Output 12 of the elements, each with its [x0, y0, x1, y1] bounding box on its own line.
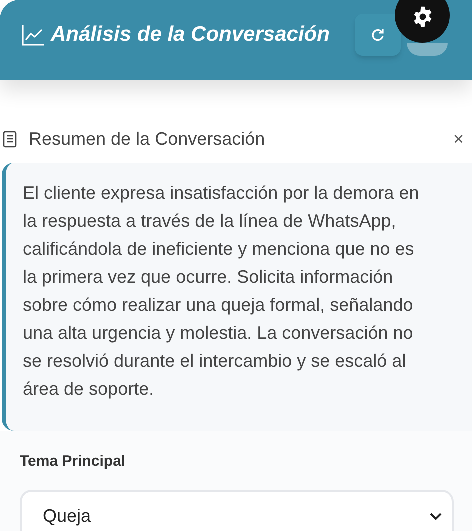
close-button[interactable]: ×: [453, 126, 464, 153]
settings-icon: [412, 6, 434, 28]
refresh-button[interactable]: [355, 14, 401, 56]
header-title: Análisis de la Conversación: [51, 22, 330, 48]
chevron-down-icon: [430, 512, 442, 520]
document-icon: [3, 131, 17, 148]
field-label: Tema Principal: [20, 452, 127, 472]
refresh-icon: [371, 28, 385, 42]
line-chart-icon: [22, 24, 45, 46]
section-title: Resumen de la Conversación: [29, 128, 266, 151]
summary-text: El cliente expresa insatisfacción por la demora en la respuesta a través de la línea de WhatsApp, calificándola de ineficiente y menciona que no es la primera vez que ocurre. Solicita información sobre cómo realizar una queja formal, señalando una alta urgencia y molestia. La conversación no se resolvió durante el intercambio y se escaló al área de soporte.: [23, 182, 420, 401]
topic-select[interactable]: Queja: [20, 490, 454, 531]
